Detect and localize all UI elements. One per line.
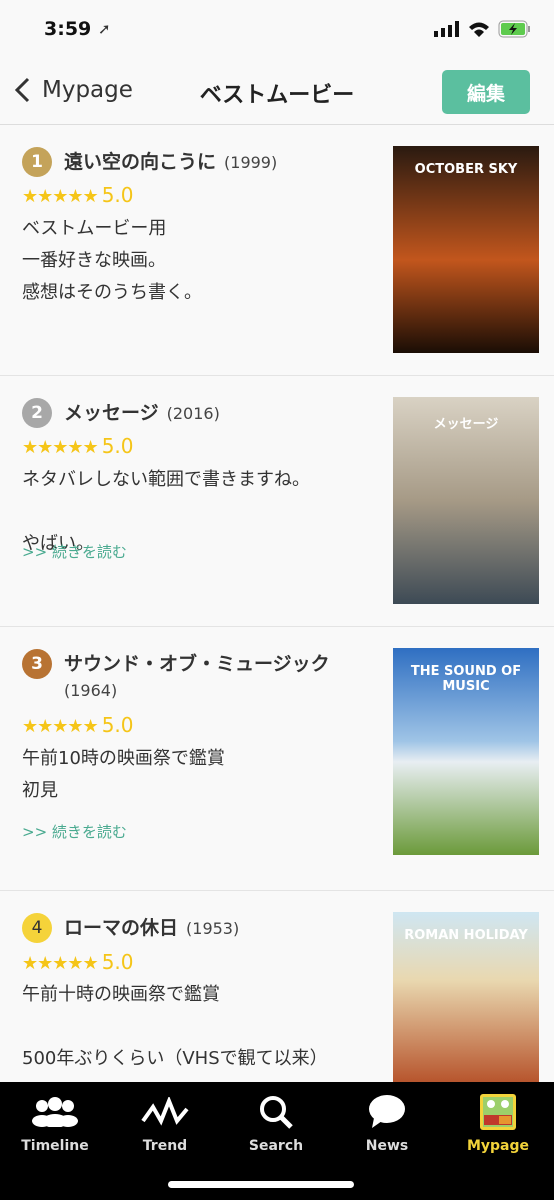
poster-title: ROMAN HOLIDAY xyxy=(404,928,528,943)
movie-poster[interactable]: ROMAN HOLIDAY xyxy=(393,912,539,1082)
home-indicator xyxy=(168,1181,354,1188)
movie-poster[interactable]: THE SOUND OF MUSIC xyxy=(393,648,539,855)
poster-title: メッセージ xyxy=(433,417,499,432)
search-icon xyxy=(260,1096,293,1129)
movie-row[interactable]: 4 ローマの休日 (1953) ★★★★★ 5.0 午前十時の映画祭で鑑賞 500年… xyxy=(0,891,554,1091)
tab-label: Timeline xyxy=(21,1138,89,1154)
movie-title: 遠い空の向こうに xyxy=(64,151,217,173)
status-bar: 3:59 ➚ xyxy=(0,0,554,60)
rank-number: 3 xyxy=(31,654,43,674)
movie-year: (1964) xyxy=(64,681,118,700)
rank-badge-icon: 2 xyxy=(22,398,52,428)
wifi-icon xyxy=(469,22,489,37)
movie-title: ローマの休日 xyxy=(64,917,179,939)
stars-icon: ★★★★★ xyxy=(22,437,99,458)
rating: ★★★★★ 5.0 xyxy=(22,713,134,737)
signal-icon xyxy=(434,21,459,37)
movie-poster[interactable]: OCTOBER SKY xyxy=(393,146,539,353)
poster-title: THE SOUND OF MUSIC xyxy=(410,664,522,694)
title-line[interactable]: ローマの休日 (1953) xyxy=(64,915,364,942)
tab-label: Mypage xyxy=(466,1138,530,1154)
tab-label: Trend xyxy=(142,1138,188,1154)
rating-score: 5.0 xyxy=(101,183,134,207)
people-icon xyxy=(32,1097,78,1127)
rank-number: 1 xyxy=(31,152,43,172)
edit-button[interactable]: 編集 xyxy=(442,70,530,114)
movie-row[interactable]: 2 メッセージ (2016) ★★★★★ 5.0 ネタバレしない範囲で書きますね。 … xyxy=(0,376,554,627)
rating-score: 5.0 xyxy=(101,434,134,458)
tab-label: News xyxy=(365,1138,409,1154)
rank-badge-icon: 3 xyxy=(22,649,52,679)
clock: 3:59 xyxy=(44,18,92,40)
tab-label: Search xyxy=(248,1138,304,1154)
frog-avatar-icon xyxy=(480,1094,516,1130)
rating: ★★★★★ 5.0 xyxy=(22,183,134,207)
tab-bar: Timeline Trend Search News Mypage xyxy=(0,1082,554,1200)
title-line[interactable]: 遠い空の向こうに (1999) xyxy=(64,149,364,176)
location-icon: ➚ xyxy=(98,20,111,38)
tab-news[interactable]: News xyxy=(332,1092,442,1154)
tab-search[interactable]: Search xyxy=(221,1092,331,1154)
movie-row[interactable]: 3 サウンド・オブ・ミュージック (1964) ★★★★★ 5.0 午前10時の映画… xyxy=(0,627,554,891)
read-more-link[interactable]: >> 続きを読む xyxy=(22,541,127,562)
movie-title: メッセージ xyxy=(64,402,159,424)
rank-badge-icon: 1 xyxy=(22,147,52,177)
tab-timeline[interactable]: Timeline xyxy=(0,1092,110,1154)
trend-icon xyxy=(141,1097,189,1126)
nav-bar: Mypage ベストムービー 編集 xyxy=(0,60,554,125)
movie-title: サウンド・オブ・ミュージック xyxy=(64,653,330,675)
tab-trend[interactable]: Trend xyxy=(110,1092,220,1154)
rating: ★★★★★ 5.0 xyxy=(22,950,134,974)
movie-year: (1953) xyxy=(186,919,240,938)
rating-score: 5.0 xyxy=(101,713,134,737)
read-more-link[interactable]: >> 続きを読む xyxy=(22,821,127,842)
poster-title: OCTOBER SKY xyxy=(414,162,518,177)
tab-mypage[interactable]: Mypage xyxy=(443,1092,553,1154)
stars-icon: ★★★★★ xyxy=(22,716,99,737)
movie-row[interactable]: 1 遠い空の向こうに (1999) ★★★★★ 5.0 ベストムービー用 一番好きな… xyxy=(0,125,554,376)
review-text: ベストムービー用 一番好きな映画。 感想はそのうち書く。 xyxy=(22,218,202,303)
rating: ★★★★★ 5.0 xyxy=(22,434,134,458)
movie-year: (1999) xyxy=(224,153,278,172)
movie-poster[interactable]: メッセージ xyxy=(393,397,539,604)
speech-bubble-icon xyxy=(369,1095,405,1128)
review-text: 午前十時の映画祭で鑑賞 500年ぶりくらい（VHSで観て以来） xyxy=(22,984,328,1069)
review-text: 午前10時の映画祭で鑑賞 初見 xyxy=(22,748,225,801)
rank-badge-icon: 4 xyxy=(22,913,52,943)
rank-number: 4 xyxy=(31,918,43,938)
rating-score: 5.0 xyxy=(101,950,134,974)
stars-icon: ★★★★★ xyxy=(22,953,99,974)
stars-icon: ★★★★★ xyxy=(22,186,99,207)
title-line[interactable]: サウンド・オブ・ミュージック (1964) xyxy=(64,651,364,704)
battery-charging-icon xyxy=(498,20,530,38)
rank-number: 2 xyxy=(31,403,43,423)
title-line[interactable]: メッセージ (2016) xyxy=(64,400,364,427)
movie-year: (2016) xyxy=(166,404,220,423)
